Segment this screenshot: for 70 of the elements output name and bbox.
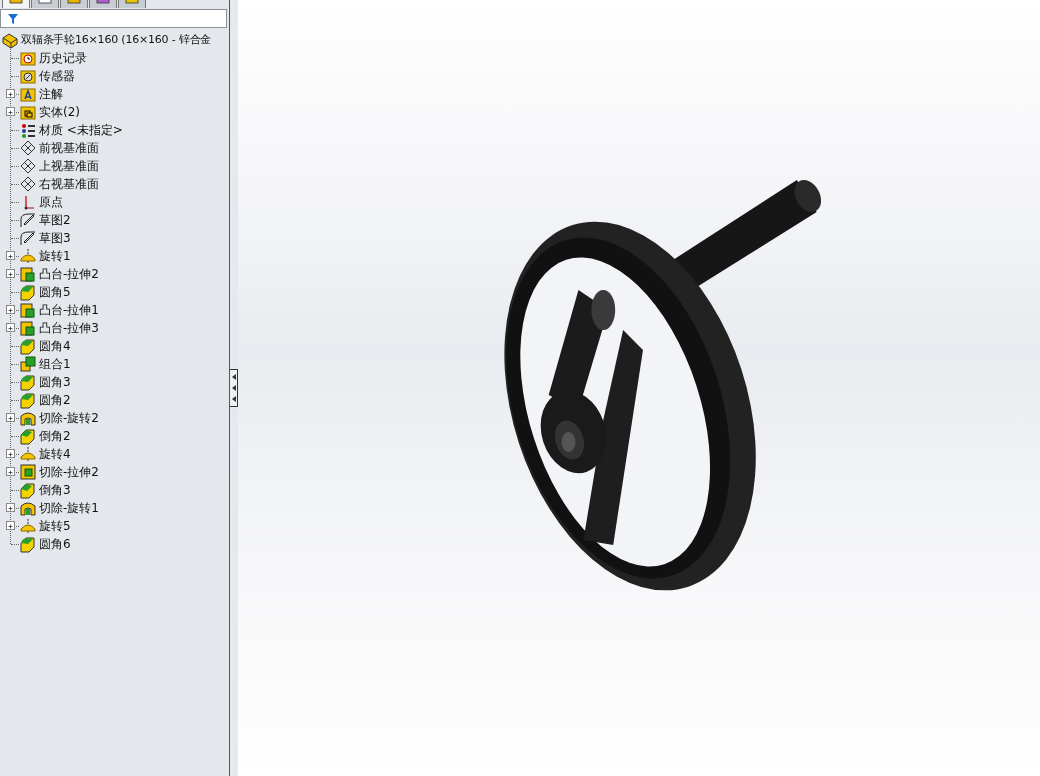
cut-extrude-icon [19,463,36,481]
tree-item[interactable]: 倒角2 [39,428,71,444]
tree-item[interactable]: 右视基准面 [39,176,99,192]
tree-item[interactable]: 注解 [39,86,63,102]
material-icon [19,121,36,139]
tree-item[interactable]: 凸台-拉伸1 [39,302,99,318]
expand-button[interactable] [6,521,15,530]
fillet-icon [19,283,36,301]
tree-root-label[interactable]: 双辐条手轮16×160 (16×160 - 锌合金 [21,32,212,48]
letter-folder-icon [19,85,36,103]
tree-item[interactable]: 凸台-拉伸3 [39,320,99,336]
expand-button[interactable] [6,251,15,260]
plane-icon [19,139,36,157]
gauge-folder-icon [19,67,36,85]
expand-button[interactable] [6,269,15,278]
extrude-icon [19,301,36,319]
fillet-icon [19,373,36,391]
tree-item[interactable]: 上视基准面 [39,158,99,174]
tree-item[interactable]: 原点 [39,194,63,210]
tree-item[interactable]: 旋转1 [39,248,71,264]
filter-icon [7,12,19,25]
tree-item[interactable]: 圆角4 [39,338,71,354]
tree-item[interactable]: 凸台-拉伸2 [39,266,99,282]
plane-icon [19,157,36,175]
tree-item[interactable]: 传感器 [39,68,75,84]
sketch-icon [19,211,36,229]
tree-item[interactable]: 切除-拉伸2 [39,464,99,480]
tree-item[interactable]: 材质 <未指定> [39,122,123,138]
expand-button[interactable] [6,413,15,422]
tree-item[interactable]: 前视基准面 [39,140,99,156]
expand-button[interactable] [6,323,15,332]
expand-button[interactable] [6,305,15,314]
cube-folder-icon [19,103,36,121]
revolve-icon [19,517,36,535]
cut-revolve-icon [19,499,36,517]
expand-button[interactable] [6,107,15,116]
tree-item[interactable]: 实体(2) [39,104,80,120]
tree-item[interactable]: 旋转5 [39,518,71,534]
cut-revolve-icon [19,409,36,427]
tree-item[interactable]: 草图3 [39,230,71,246]
tree-item[interactable]: 历史记录 [39,50,87,66]
tree-item[interactable]: 切除-旋转1 [39,500,99,516]
tree-item[interactable]: 圆角3 [39,374,71,390]
fillet-icon [19,535,36,553]
sketch-icon [19,229,36,247]
fillet-icon [19,391,36,409]
revolve-icon [19,445,36,463]
tree-item[interactable]: 草图2 [39,212,71,228]
revolve-icon [19,247,36,265]
chamfer-icon [19,481,36,499]
plane-icon [19,175,36,193]
expand-button[interactable] [6,467,15,476]
fillet-icon [19,337,36,355]
combine-icon [19,355,36,373]
tree-item[interactable]: 圆角5 [39,284,71,300]
extrude-icon [19,265,36,283]
tree-item[interactable]: 旋转4 [39,446,71,462]
expand-button[interactable] [6,503,15,512]
chamfer-icon [19,427,36,445]
tree-item[interactable]: 圆角2 [39,392,71,408]
part-icon [1,31,18,49]
tree-item[interactable]: 切除-旋转2 [39,410,99,426]
tree-item[interactable]: 圆角6 [39,536,71,552]
tree-item[interactable]: 组合1 [39,356,71,372]
extrude-icon [19,319,36,337]
filter-field[interactable] [0,9,227,28]
expand-button[interactable] [6,89,15,98]
expand-button[interactable] [6,449,15,458]
clock-folder-icon [19,49,36,67]
tree-item[interactable]: 倒角3 [39,482,71,498]
